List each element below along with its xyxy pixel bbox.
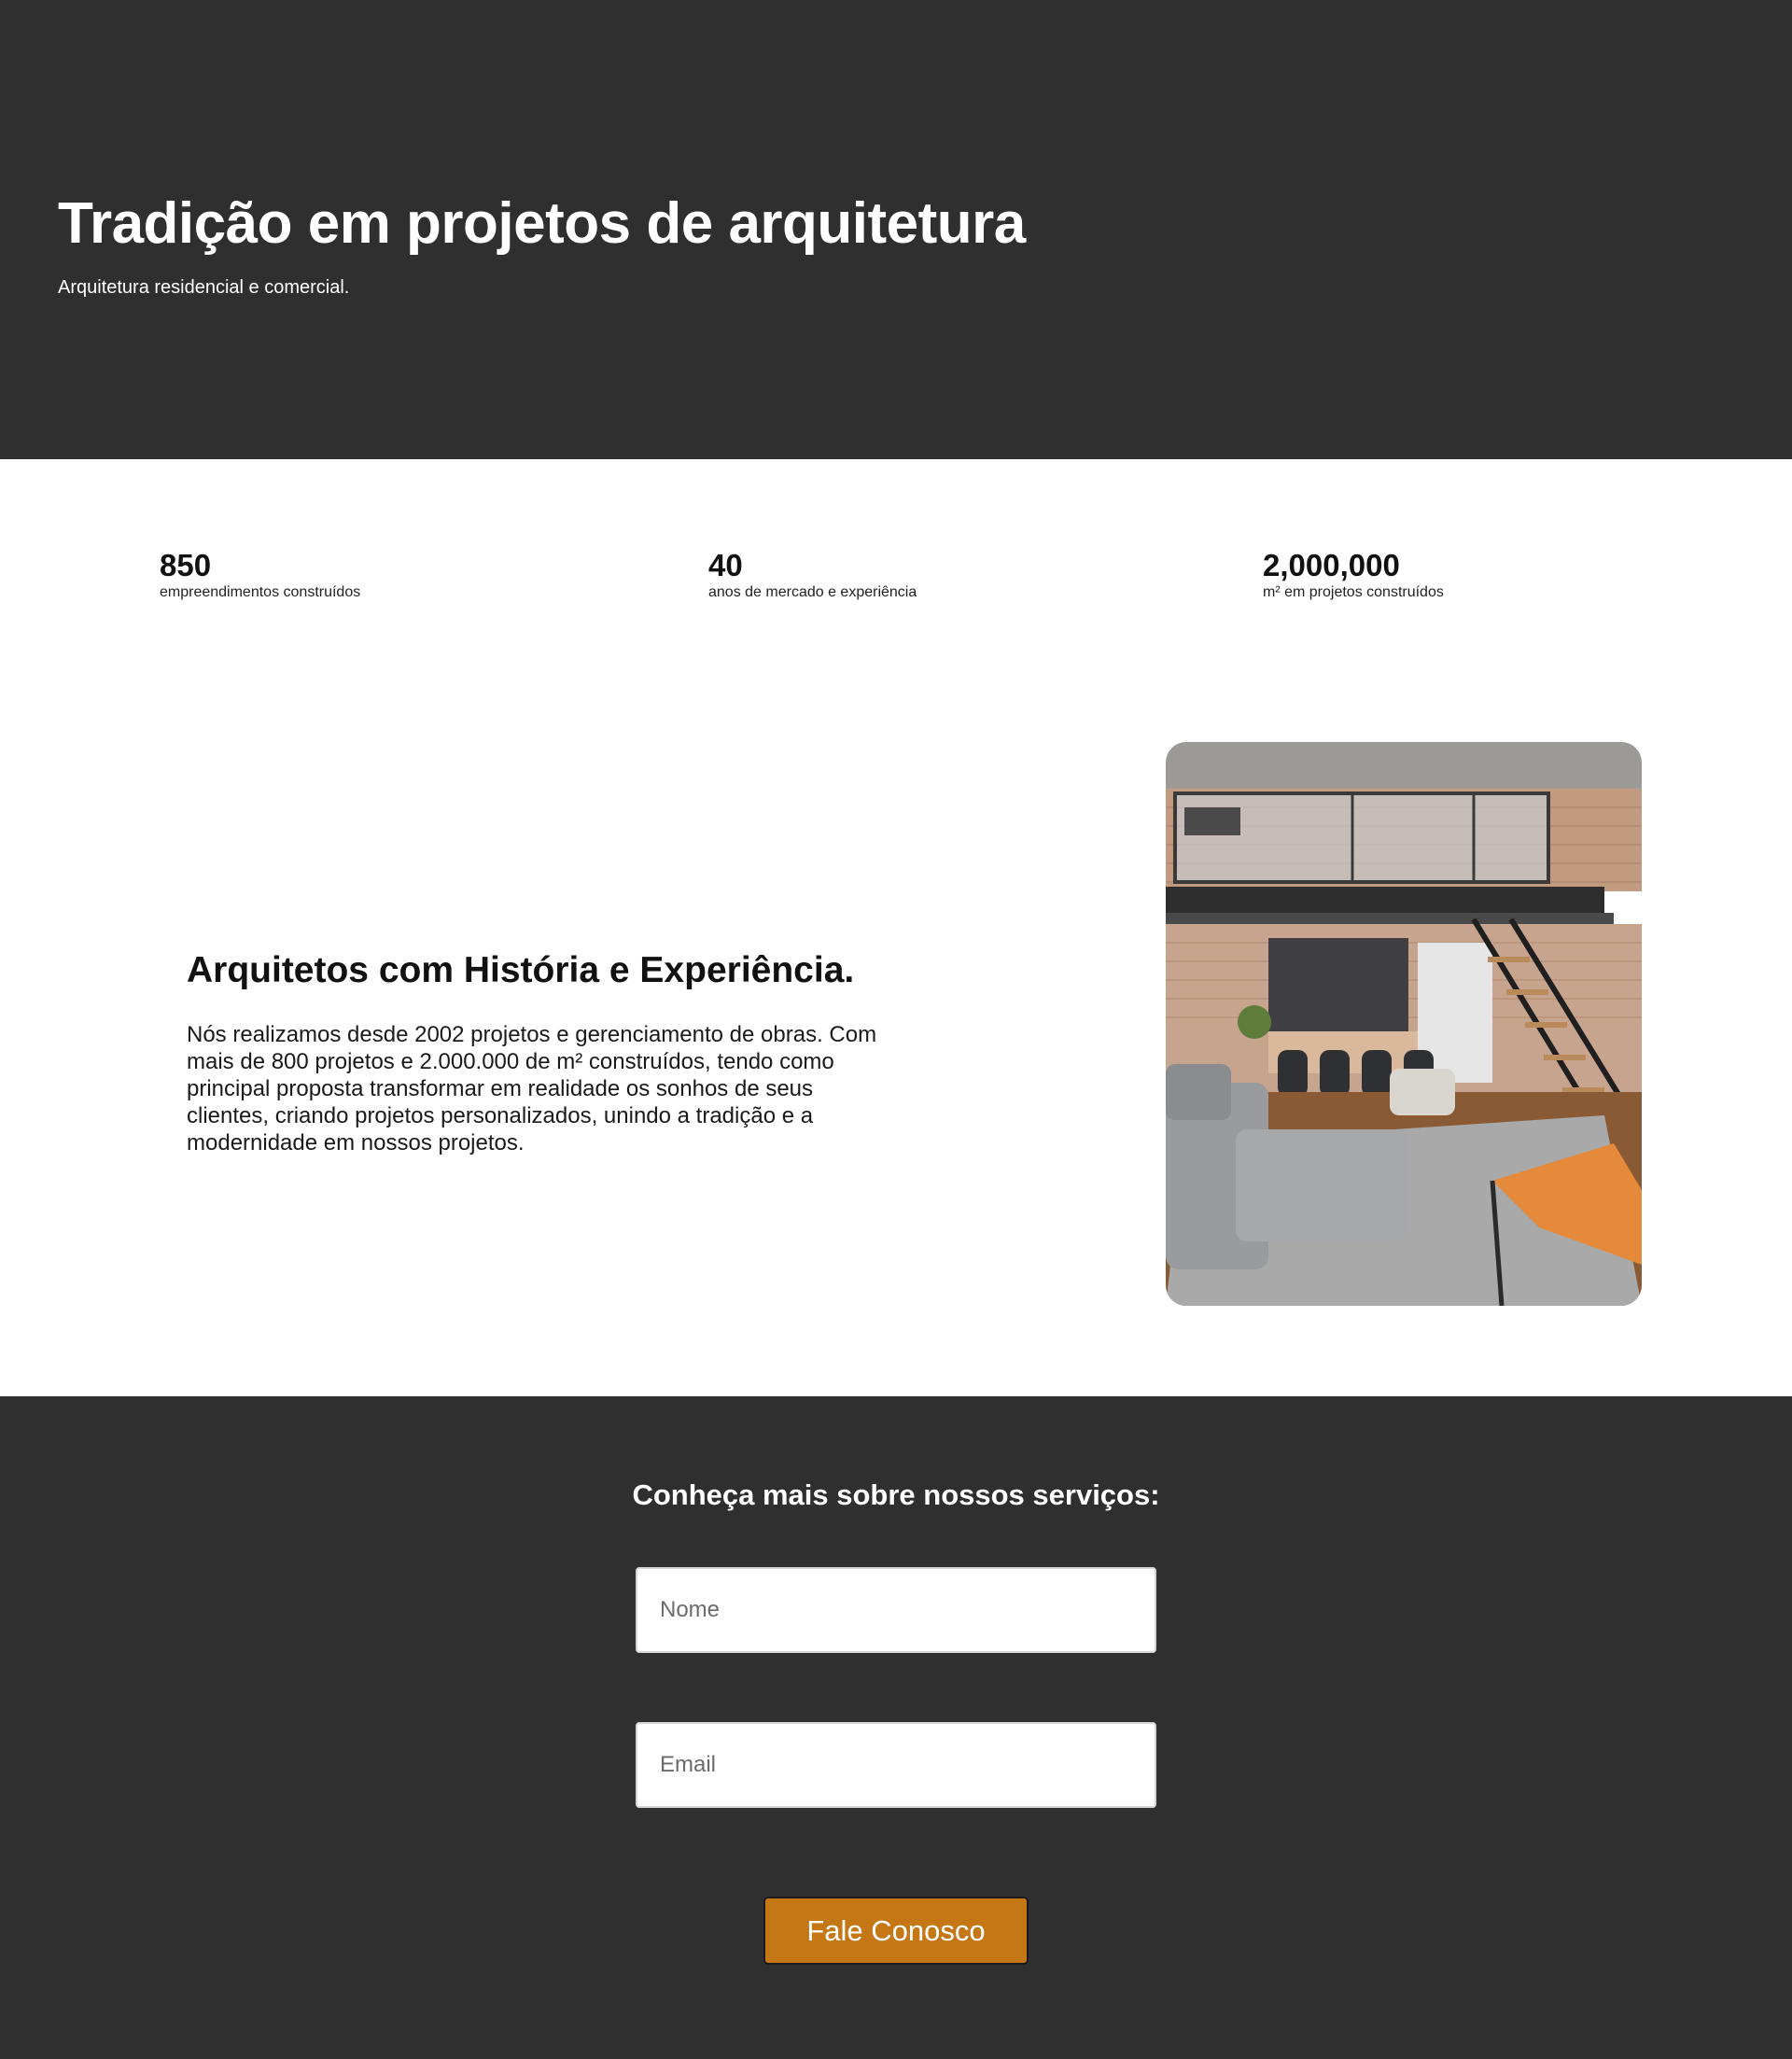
stat-label: anos de mercado e experiência <box>708 584 917 600</box>
stat-label: empreendimentos construídos <box>160 584 361 600</box>
about-text: Nós realizamos desde 2002 projetos e ger… <box>187 1022 877 1156</box>
stat-value: 2,000,000 <box>1263 548 1400 582</box>
name-input[interactable] <box>636 1567 1156 1653</box>
about-section: Arquitetos com História e Experiência. N… <box>0 739 1792 1396</box>
stat-value: 850 <box>160 548 212 582</box>
stats-section: 850 empreendimentos construídos 40 anos … <box>0 459 1792 739</box>
hero-section: Tradição em projetos de arquitetura Arqu… <box>0 0 1792 459</box>
stat-value: 40 <box>708 548 743 582</box>
email-input[interactable] <box>636 1722 1156 1808</box>
loft-interior-photo <box>1166 742 1642 1306</box>
stat-years: 40 anos de mercado e experiência <box>708 549 917 601</box>
stat-square-meters: 2,000,000 m² em projetos construídos <box>1263 549 1444 601</box>
about-title: Arquitetos com História e Experiência. <box>187 950 855 990</box>
contact-title: Conheça mais sobre nossos serviços: <box>632 1478 1160 1511</box>
contact-section: Conheça mais sobre nossos serviços: Fale… <box>0 1396 1792 2059</box>
hero-subtitle: Arquitetura residencial e comercial. <box>58 277 350 298</box>
stat-projects: 850 empreendimentos construídos <box>160 549 360 601</box>
contact-submit-button[interactable]: Fale Conosco <box>763 1897 1029 1965</box>
stat-label: m² em projetos construídos <box>1263 584 1444 600</box>
hero-title: Tradição em projetos de arquitetura <box>58 191 1026 256</box>
